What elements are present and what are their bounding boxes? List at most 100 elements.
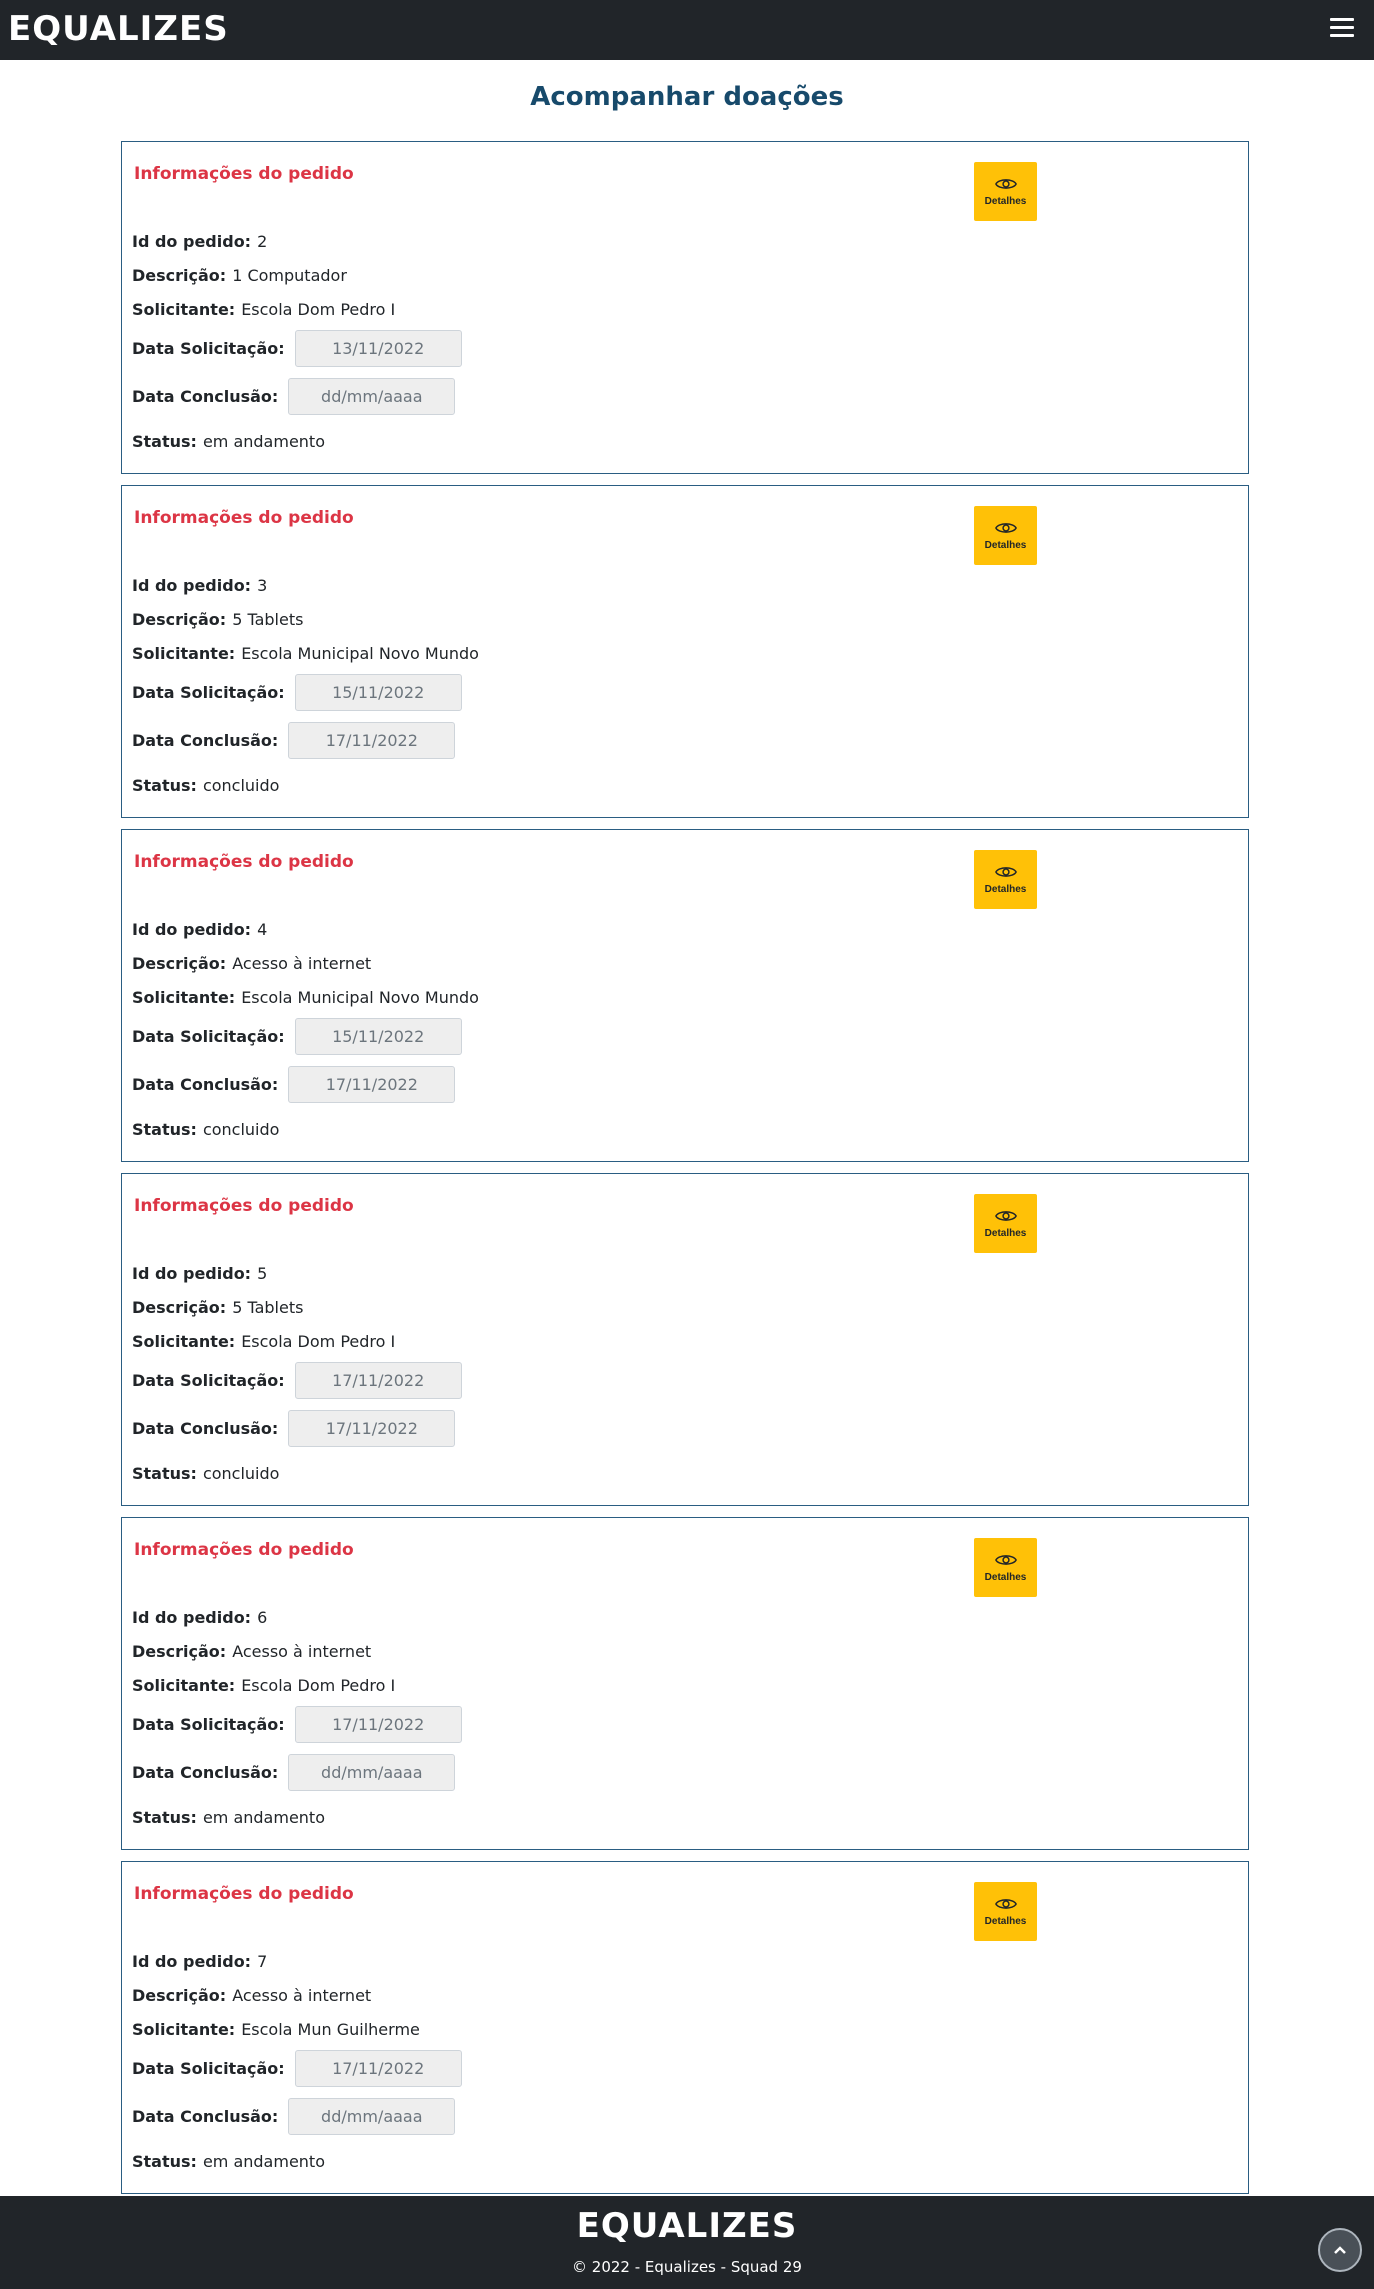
details-button[interactable]: Detalhes [974,1882,1037,1941]
order-card: Informações do pedido Detalhes Id do ped… [121,829,1249,1162]
order-requester-row: Solicitante: Escola Dom Pedro I [132,1332,395,1352]
brand-logo[interactable]: EQUALIZES [8,9,229,49]
details-button[interactable]: Detalhes [974,1538,1037,1597]
order-description-label: Descrição: [132,610,227,629]
date-conclusion-field[interactable] [288,2098,456,2135]
date-request-label: Data Solicitação: [132,682,285,702]
order-requester-row: Solicitante: Escola Dom Pedro I [132,300,395,320]
order-requester-value: Escola Municipal Novo Mundo [241,644,479,663]
order-id-value: 3 [257,576,268,595]
date-conclusion-label: Data Conclusão: [132,386,279,406]
order-status-value: concluido [202,1120,280,1139]
date-request-field[interactable] [294,1362,462,1399]
details-label: Detalhes [984,1228,1027,1239]
date-conclusion-field[interactable] [288,722,456,759]
order-description-row: Descrição: 5 Tablets [132,610,303,630]
order-description-row: Descrição: Acesso à internet [132,1986,371,2006]
order-status-label: Status: [132,1808,197,1827]
order-status-row: Status: concluido [132,776,279,796]
order-id-label: Id do pedido: [132,232,252,251]
date-request-field[interactable] [294,674,462,711]
order-id-label: Id do pedido: [132,1952,252,1971]
date-conclusion-field[interactable] [288,378,456,415]
order-card: Informações do pedido Detalhes Id do ped… [121,1517,1249,1850]
date-request-label: Data Solicitação: [132,338,285,358]
back-to-top-button[interactable] [1318,2228,1362,2272]
hamburger-icon[interactable] [1330,18,1354,38]
order-description-label: Descrição: [132,266,227,285]
details-button[interactable]: Detalhes [974,1194,1037,1253]
order-card: Informações do pedido Detalhes Id do ped… [121,141,1249,474]
order-requester-label: Solicitante: [132,1332,236,1351]
details-label: Detalhes [984,1916,1027,1927]
order-requester-value: Escola Municipal Novo Mundo [241,988,479,1007]
order-description-label: Descrição: [132,1642,227,1661]
order-id-label: Id do pedido: [132,920,252,939]
order-date-conclusion-row: Data Conclusão: [132,1754,456,1791]
order-requester-label: Solicitante: [132,2020,236,2039]
details-label: Detalhes [984,884,1027,895]
navbar: EQUALIZES [0,0,1374,60]
order-description-label: Descrição: [132,954,227,973]
details-label: Detalhes [984,540,1027,551]
order-date-request-row: Data Solicitação: [132,330,462,367]
order-requester-value: Escola Dom Pedro I [241,1676,396,1695]
order-status-label: Status: [132,432,197,451]
order-section-title: Informações do pedido [134,1540,354,1560]
chevron-up-icon [1334,2246,1346,2254]
order-status-value: em andamento [202,1808,325,1827]
date-conclusion-label: Data Conclusão: [132,730,279,750]
date-conclusion-field[interactable] [288,1410,456,1447]
date-request-field[interactable] [294,2050,462,2087]
order-requester-label: Solicitante: [132,1676,236,1695]
orders-list: Informações do pedido Detalhes Id do ped… [121,141,1249,2205]
order-id-value: 5 [257,1264,268,1283]
details-button[interactable]: Detalhes [974,506,1037,565]
eye-icon [994,1899,1017,1909]
details-button[interactable]: Detalhes [974,162,1037,221]
date-conclusion-field[interactable] [288,1754,456,1791]
order-id-value: 6 [257,1608,268,1627]
date-request-label: Data Solicitação: [132,1370,285,1390]
eye-icon [994,1211,1017,1221]
date-request-field[interactable] [294,330,462,367]
order-description-row: Descrição: Acesso à internet [132,1642,371,1662]
order-description-value: Acesso à internet [232,1986,372,2005]
order-id-label: Id do pedido: [132,1608,252,1627]
order-card: Informações do pedido Detalhes Id do ped… [121,1173,1249,1506]
order-status-value: concluido [202,776,280,795]
date-request-label: Data Solicitação: [132,1026,285,1046]
eye-icon [994,1555,1017,1565]
order-description-value: 5 Tablets [232,1298,304,1317]
date-conclusion-field[interactable] [288,1066,456,1103]
order-date-request-row: Data Solicitação: [132,1362,462,1399]
order-requester-label: Solicitante: [132,644,236,663]
date-conclusion-label: Data Conclusão: [132,1418,279,1438]
page-title: Acompanhar doações [530,82,844,112]
order-date-conclusion-row: Data Conclusão: [132,2098,456,2135]
date-request-field[interactable] [294,1706,462,1743]
order-id-label: Id do pedido: [132,1264,252,1283]
date-conclusion-label: Data Conclusão: [132,1762,279,1782]
order-description-row: Descrição: Acesso à internet [132,954,371,974]
order-status-row: Status: em andamento [132,2152,325,2172]
order-status-label: Status: [132,1120,197,1139]
order-card: Informações do pedido Detalhes Id do ped… [121,485,1249,818]
footer-copyright: © 2022 - Equalizes - Squad 29 [572,2258,802,2276]
date-request-field[interactable] [294,1018,462,1055]
footer-logo: EQUALIZES [576,2206,798,2246]
order-requester-value: Escola Dom Pedro I [241,300,396,319]
order-status-row: Status: concluido [132,1464,279,1484]
order-id-row: Id do pedido: 7 [132,1952,267,1972]
order-card: Informações do pedido Detalhes Id do ped… [121,1861,1249,2194]
details-button[interactable]: Detalhes [974,850,1037,909]
order-status-value: em andamento [202,2152,325,2171]
order-requester-value: Escola Dom Pedro I [241,1332,396,1351]
order-requester-row: Solicitante: Escola Municipal Novo Mundo [132,644,479,664]
date-request-label: Data Solicitação: [132,2058,285,2078]
order-requester-row: Solicitante: Escola Municipal Novo Mundo [132,988,479,1008]
eye-icon [994,179,1017,189]
order-description-label: Descrição: [132,1986,227,2005]
order-date-request-row: Data Solicitação: [132,674,462,711]
order-section-title: Informações do pedido [134,852,354,872]
